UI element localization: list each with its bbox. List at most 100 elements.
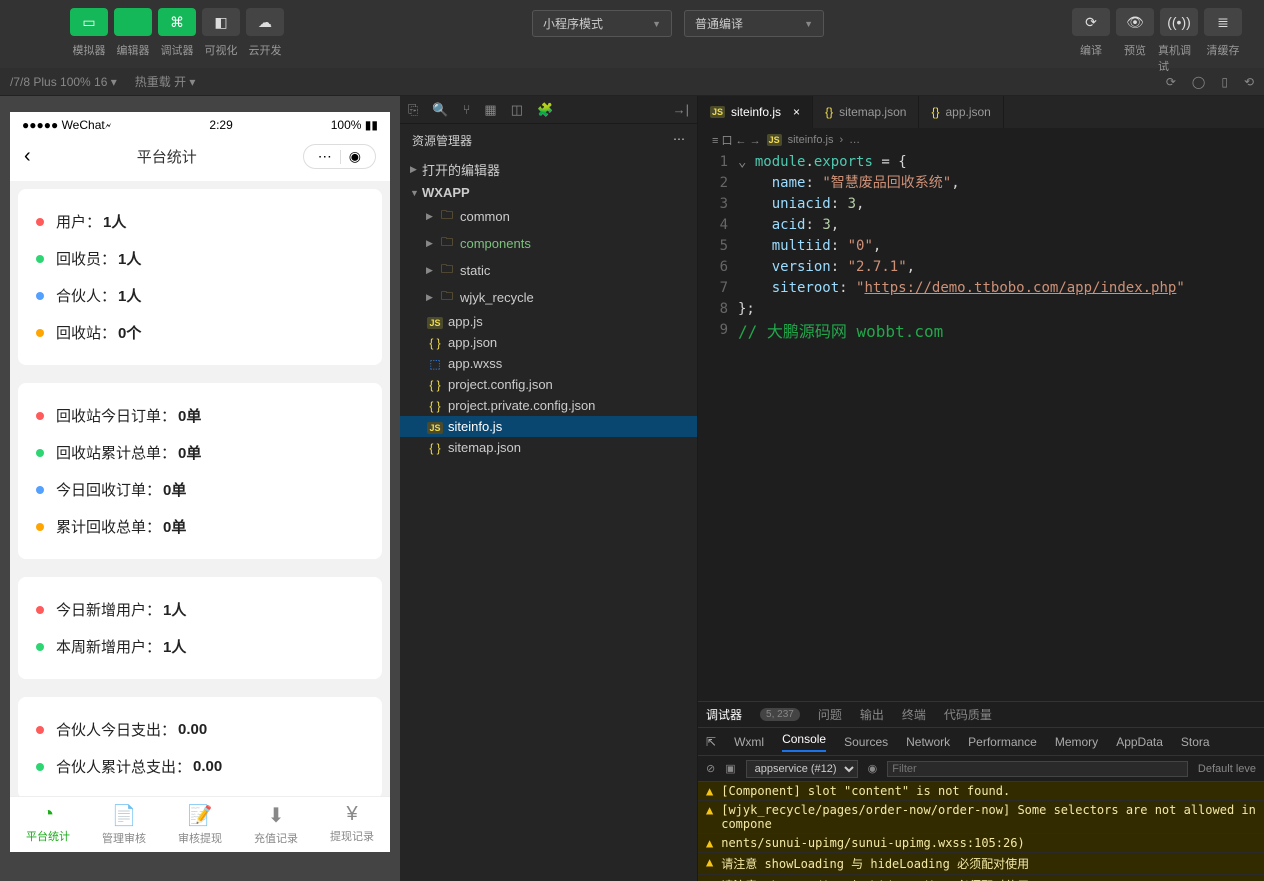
more-icon[interactable]: ⋯ xyxy=(673,132,685,149)
cloud-dev-button-icon: ☁ xyxy=(246,8,284,36)
stat-value: 0单 xyxy=(178,442,201,463)
compile-dropdown[interactable]: 普通编译▼ xyxy=(684,10,824,37)
tab-manage[interactable]: 📄管理审核 xyxy=(86,803,162,846)
log-row: ▲nents/sunui-upimg/sunui-upimg.wxss:105:… xyxy=(698,834,1264,853)
clear-cache-button[interactable]: ≣清缓存 xyxy=(1202,8,1244,74)
devtab-performance[interactable]: Performance xyxy=(968,735,1037,749)
inspect-icon[interactable]: ⇱ xyxy=(706,735,716,749)
tab-withdraw[interactable]: ¥提现记录 xyxy=(314,803,390,846)
tree-item-app-json[interactable]: { }app.json xyxy=(400,332,697,353)
log-row: ▲[Component] slot "content" is not found… xyxy=(698,782,1264,801)
stop-icon[interactable]: ◯ xyxy=(1192,75,1205,89)
tree-item-siteinfo-js[interactable]: JSsiteinfo.js xyxy=(400,416,697,437)
dot-icon xyxy=(36,763,44,771)
tree-item-app-js[interactable]: JSapp.js xyxy=(400,311,697,332)
panel-tab-output[interactable]: 输出 xyxy=(860,706,884,723)
tab-withdraw-icon: ¥ xyxy=(346,803,357,826)
back-icon[interactable]: ‹ xyxy=(24,145,31,168)
breadcrumb[interactable]: ≡ 口 ← → JS siteinfo.js›… xyxy=(698,128,1264,152)
clear-console-icon[interactable]: ⊘ xyxy=(706,762,715,775)
collapse-icon[interactable]: →| xyxy=(673,102,689,117)
editor-tab-app-json[interactable]: {}app.json xyxy=(919,96,1003,128)
remote-debug-button-label: 真机调试 xyxy=(1158,42,1200,74)
file-icon: JS xyxy=(710,106,725,118)
panel-tab-problems[interactable]: 问题 xyxy=(818,706,842,723)
rotate-icon[interactable]: ⟲ xyxy=(1244,75,1254,89)
tree-item-project-config-json[interactable]: { }project.config.json xyxy=(400,374,697,395)
dot-icon xyxy=(36,523,44,531)
cloud-dev-button[interactable]: ☁云开发 xyxy=(244,8,286,58)
devtab-sources[interactable]: Sources xyxy=(844,735,888,749)
project-header[interactable]: ▼WXAPP xyxy=(400,182,697,203)
device-selector[interactable]: /7/8 Plus 100% 16 ▾ xyxy=(10,75,117,89)
device-icon[interactable]: ▯ xyxy=(1221,75,1228,89)
devtab-console[interactable]: Console xyxy=(782,732,826,752)
editor-tab-sitemap-json[interactable]: {}sitemap.json xyxy=(813,96,919,128)
simulator-button[interactable]: ▭模拟器 xyxy=(68,8,110,58)
remote-debug-button[interactable]: ((•))真机调试 xyxy=(1158,8,1200,74)
tree-item-label: siteinfo.js xyxy=(448,419,502,434)
debugger-button[interactable]: ⌘调试器 xyxy=(156,8,198,58)
preview-button[interactable]: 👁预览 xyxy=(1114,8,1156,74)
refresh-icon[interactable]: ⟳ xyxy=(1166,75,1176,89)
context-select[interactable]: appservice (#12) xyxy=(746,760,858,778)
level-select[interactable]: Default leve xyxy=(1198,763,1256,775)
editor-tab-siteinfo-js[interactable]: JSsiteinfo.js× xyxy=(698,96,813,128)
filter-input[interactable] xyxy=(887,761,1188,777)
tab-stats[interactable]: ◔平台统计 xyxy=(10,803,86,846)
tree-item-common[interactable]: ▶🗀common xyxy=(400,203,697,230)
panel-tab-debugger[interactable]: 调试器 xyxy=(706,706,742,723)
stat-row: 回收站今日订单：0单 xyxy=(36,397,364,434)
code-area[interactable]: 123456789 ⌄ module.exports = { name: "智慧… xyxy=(698,152,1264,701)
dot-icon xyxy=(36,726,44,734)
tab-recharge[interactable]: ⬇充值记录 xyxy=(238,803,314,846)
ext-icon[interactable]: ▦ xyxy=(484,102,496,118)
top-toolbar: ▭模拟器编辑器⌘调试器◧可视化☁云开发 小程序模式▼ 普通编译▼ ⟳编译👁预览(… xyxy=(0,0,1264,68)
panel-tab-terminal[interactable]: 终端 xyxy=(902,706,926,723)
stat-label: 累计回收总单： xyxy=(56,516,161,537)
log-message: [Component] slot "content" is not found. xyxy=(721,784,1010,798)
mode-dropdown[interactable]: 小程序模式▼ xyxy=(532,10,672,37)
tree-item-label: app.wxss xyxy=(448,356,502,371)
stat-value: 1人 xyxy=(103,211,126,232)
stat-row: 回收员：1人 xyxy=(36,240,364,277)
close-icon[interactable]: × xyxy=(793,105,800,119)
hot-reload-toggle[interactable]: 热重载 开 ▾ xyxy=(135,73,196,90)
editor-button[interactable]: 编辑器 xyxy=(112,8,154,58)
stat-row: 累计回收总单：0单 xyxy=(36,508,364,545)
tree-item-label: sitemap.json xyxy=(448,440,521,455)
devtab-network[interactable]: Network xyxy=(906,735,950,749)
top-icon[interactable]: ▣ xyxy=(725,762,735,775)
tree-item-static[interactable]: ▶🗀static xyxy=(400,257,697,284)
stat-value: 1人 xyxy=(118,248,141,269)
stat-label: 回收员： xyxy=(56,248,116,269)
stat-row: 本周新增用户：1人 xyxy=(36,628,364,665)
capsule-menu[interactable]: ⋯◉ xyxy=(303,144,376,169)
tab-manage-label: 管理审核 xyxy=(102,830,146,846)
devtab-appdata[interactable]: AppData xyxy=(1116,735,1163,749)
git-icon[interactable]: ⑂ xyxy=(463,102,471,117)
status-battery: 100% ▮▮ xyxy=(331,118,378,132)
tree-item-label: app.js xyxy=(448,314,483,329)
cube-icon[interactable]: ◫ xyxy=(511,102,523,118)
tab-withdraw-review[interactable]: 📝审核提现 xyxy=(162,803,238,846)
tree-item-app-wxss[interactable]: ⬚app.wxss xyxy=(400,353,697,374)
files-icon[interactable]: ⎘ xyxy=(408,102,418,118)
tree-item-project-private-config-json[interactable]: { }project.private.config.json xyxy=(400,395,697,416)
devtab-memory[interactable]: Memory xyxy=(1055,735,1098,749)
panel-tab-quality[interactable]: 代码质量 xyxy=(944,706,992,723)
visualize-button[interactable]: ◧可视化 xyxy=(200,8,242,58)
tree-item-components[interactable]: ▶🗀components xyxy=(400,230,697,257)
debugger-button-icon: ⌘ xyxy=(158,8,196,36)
search-icon[interactable]: 🔍 xyxy=(432,102,448,118)
devtab-wxml[interactable]: Wxml xyxy=(734,735,764,749)
stat-row: 回收站累计总单：0单 xyxy=(36,434,364,471)
opened-editors-header[interactable]: ▶打开的编辑器 xyxy=(400,157,697,182)
tree-item-sitemap-json[interactable]: { }sitemap.json xyxy=(400,437,697,458)
tree-item-wjyk_recycle[interactable]: ▶🗀wjyk_recycle xyxy=(400,284,697,311)
eye-icon[interactable]: ◉ xyxy=(868,762,878,775)
devtab-storage[interactable]: Stora xyxy=(1181,735,1210,749)
compile-button[interactable]: ⟳编译 xyxy=(1070,8,1112,74)
tab-stats-label: 平台统计 xyxy=(26,828,70,844)
plug-icon[interactable]: 🧩 xyxy=(537,102,553,118)
